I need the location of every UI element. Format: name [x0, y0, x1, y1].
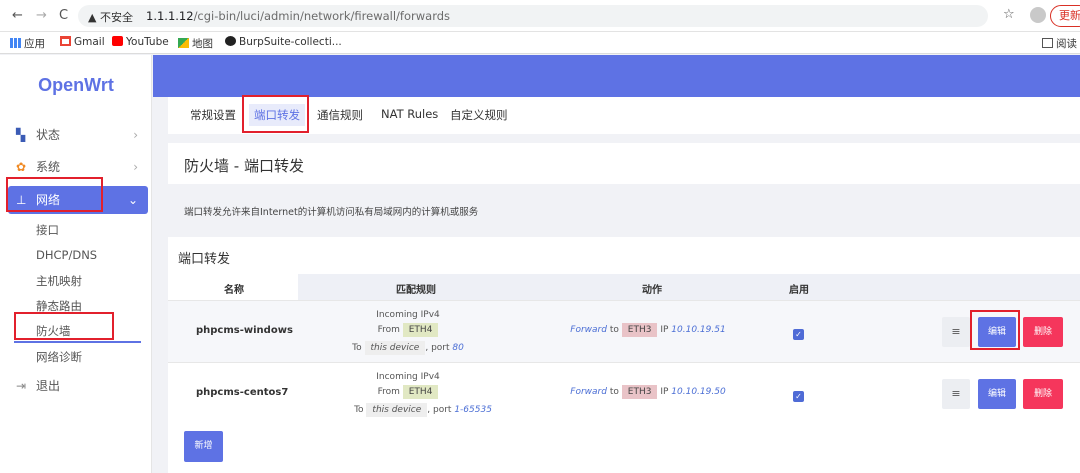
edit-button[interactable]: 编辑: [978, 379, 1016, 409]
update-button[interactable]: 更新: [1050, 5, 1080, 27]
delete-button[interactable]: 删除: [1023, 379, 1063, 409]
highlight-box-firewall: [14, 312, 114, 340]
highlight-box-network: [6, 177, 103, 212]
bookmark-star-icon[interactable]: ☆: [1003, 7, 1015, 22]
sidebar-item-logout[interactable]: ⇥ 退出: [8, 372, 148, 400]
bookmarks-bar: 应用 Gmail YouTube 地图 BurpSuite-collecti..…: [0, 32, 1080, 54]
section-title: 端口转发: [178, 252, 231, 267]
sort-handle-button[interactable]: ≡: [942, 379, 970, 409]
table-row: phpcms-windows Incoming IPv4 From ETH4 T…: [168, 300, 1080, 362]
header-name: 名称: [224, 285, 244, 296]
add-button[interactable]: 新增: [184, 431, 223, 462]
zone-tag: ETH4: [402, 323, 439, 337]
sidebar-subitem-interfaces[interactable]: 接口: [36, 222, 59, 238]
youtube-icon: [112, 36, 123, 46]
enabled-checkbox[interactable]: ✓: [793, 329, 804, 340]
bookmark-gmail[interactable]: Gmail: [60, 36, 105, 48]
ip-value: 10.10.19.51: [671, 325, 726, 335]
status-icon: ▚: [16, 128, 26, 142]
url-text: 1.1.1.12/cgi-bin/luci/admin/network/fire…: [146, 9, 450, 23]
github-icon: [225, 36, 236, 46]
match-from: From ETH4: [358, 385, 458, 399]
tab-custom-rules[interactable]: 自定义规则: [450, 107, 508, 123]
security-warning[interactable]: ▲ 不安全: [88, 9, 133, 25]
table-row: phpcms-centos7 Incoming IPv4 From ETH4 T…: [168, 362, 1080, 424]
reload-button[interactable]: C: [59, 8, 68, 23]
port-value: 1-65535: [454, 405, 492, 415]
sidebar-subitem-diagnostics[interactable]: 网络诊断: [36, 349, 82, 365]
rule-name: phpcms-centos7: [196, 387, 289, 398]
bookmark-apps[interactable]: 应用: [10, 36, 45, 51]
page-description: 端口转发允许来自Internet的计算机访问私有局域网内的计算机或服务: [184, 207, 479, 218]
tab-general[interactable]: 常规设置: [190, 107, 236, 123]
sidebar-subitem-hosts[interactable]: 主机映射: [36, 273, 82, 289]
maps-icon: [178, 38, 189, 48]
action: Forward to ETH3 IP 10.10.19.50: [570, 385, 726, 399]
chevron-right-icon: ›: [133, 128, 138, 142]
ip-value: 10.10.19.50: [671, 387, 726, 397]
bookmark-burpsuite[interactable]: BurpSuite-collecti...: [225, 36, 342, 48]
delete-button[interactable]: 删除: [1023, 317, 1063, 347]
match-protocol: Incoming IPv4: [376, 310, 440, 320]
header-banner: [153, 55, 1080, 97]
device-tag: this device: [364, 341, 426, 355]
tab-nat-rules[interactable]: NAT Rules: [381, 107, 438, 121]
sidebar: OpenWrt: [0, 55, 152, 473]
sort-handle-button[interactable]: ≡: [942, 317, 970, 347]
tab-traffic-rules[interactable]: 通信规则: [317, 107, 363, 123]
device-tag: this device: [366, 403, 428, 417]
reading-list[interactable]: 阅读: [1042, 36, 1077, 51]
page-title: 防火墙 - 端口转发: [184, 157, 304, 175]
back-button[interactable]: ←: [12, 8, 23, 23]
address-bar[interactable]: ▲ 不安全 1.1.1.12/cgi-bin/luci/admin/networ…: [78, 5, 988, 27]
sidebar-subitem-dhcp[interactable]: DHCP/DNS: [36, 248, 97, 262]
url-host: 1.1.1.12: [146, 9, 194, 23]
match-to: To this device, port 80: [352, 341, 464, 355]
sidebar-item-status[interactable]: ▚ 状态 ›: [8, 121, 148, 149]
zone-tag: ETH4: [402, 385, 439, 399]
bookmark-youtube[interactable]: YouTube: [112, 36, 169, 48]
active-subitem-underline: [14, 341, 141, 343]
bookmark-maps[interactable]: 地图: [178, 36, 213, 51]
enabled-checkbox[interactable]: ✓: [793, 391, 804, 402]
zone-tag: ETH3: [621, 385, 658, 399]
highlight-box-tab: [242, 95, 309, 133]
header-match: 匹配规则: [396, 285, 436, 296]
rule-name: phpcms-windows: [196, 325, 293, 336]
logout-icon: ⇥: [16, 379, 27, 393]
browser-toolbar: ← → C ▲ 不安全 1.1.1.12/cgi-bin/luci/admin/…: [0, 0, 1080, 32]
match-protocol: Incoming IPv4: [376, 372, 440, 382]
match-from: From ETH4: [358, 323, 458, 337]
openwrt-logo[interactable]: OpenWrt: [0, 75, 152, 96]
port-value: 80: [452, 343, 464, 353]
table-header: 名称 匹配规则 动作 启用: [168, 274, 1080, 300]
reading-list-icon: [1042, 38, 1053, 48]
header-action: 动作: [642, 285, 662, 296]
apps-icon: [10, 38, 21, 48]
gmail-icon: [60, 36, 71, 46]
header-enabled: 启用: [789, 285, 809, 296]
chevron-right-icon: ›: [133, 160, 138, 174]
chevron-down-icon: ⌄: [127, 193, 138, 207]
action: Forward to ETH3 IP 10.10.19.51: [570, 323, 726, 337]
title-panel: [168, 143, 1080, 184]
match-to: To this device, port 1-65535: [354, 403, 492, 417]
url-path: /cgi-bin/luci/admin/network/firewall/for…: [193, 9, 451, 23]
profile-avatar[interactable]: [1030, 7, 1046, 23]
highlight-box-edit: [970, 310, 1020, 350]
forward-button[interactable]: →: [36, 8, 47, 23]
zone-tag: ETH3: [621, 323, 658, 337]
